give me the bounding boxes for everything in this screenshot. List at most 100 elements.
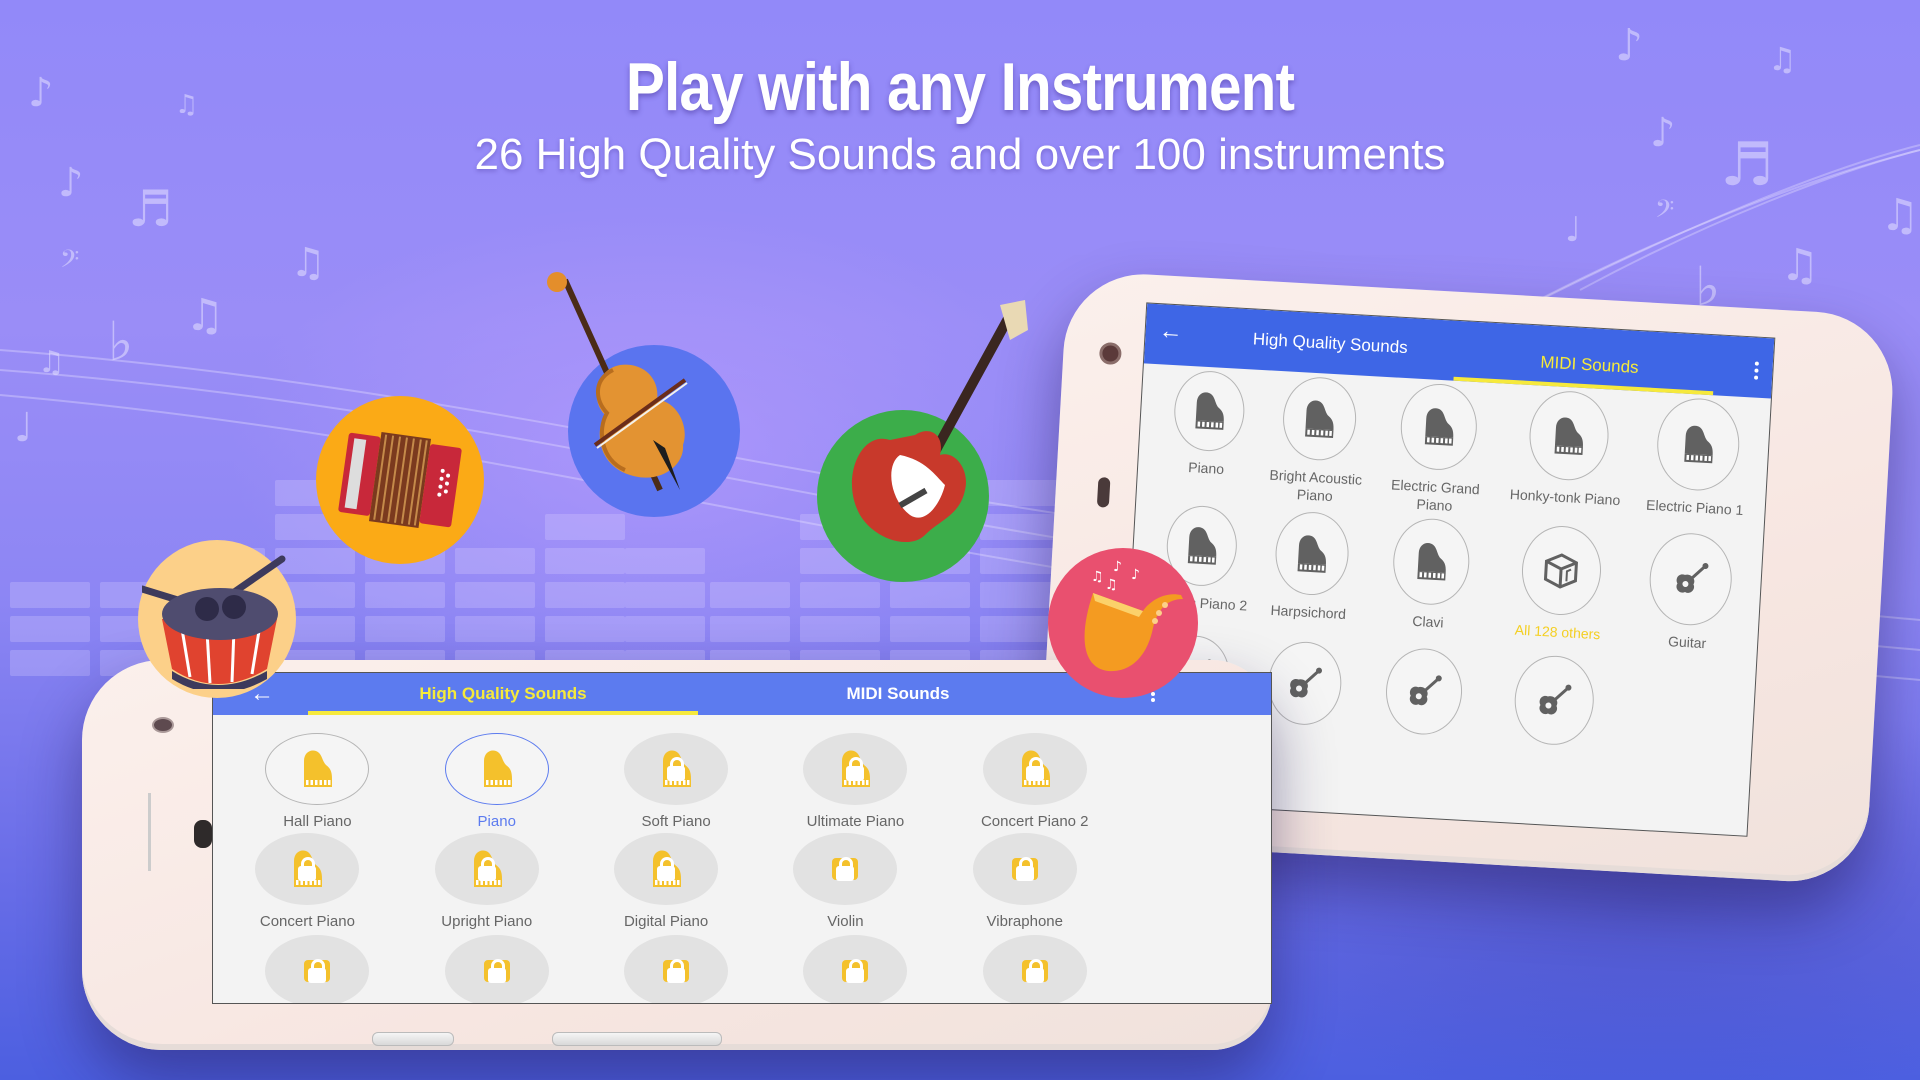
instrument-icon-circle[interactable]	[982, 733, 1087, 805]
lock-icon	[667, 757, 686, 781]
drum-icon	[142, 555, 286, 689]
instrument-icon-circle[interactable]	[444, 733, 549, 805]
svg-text:♪: ♪	[1113, 559, 1122, 575]
lock-icon	[1015, 857, 1034, 881]
instrument-item[interactable]: Ultimate Piano	[775, 733, 935, 831]
instrument-item[interactable]	[237, 935, 397, 1003]
instrument-item[interactable]	[1362, 645, 1487, 738]
tab-high-quality-sounds[interactable]: High Quality Sounds	[1204, 307, 1457, 381]
instrument-icon-circle[interactable]	[624, 935, 729, 1003]
instrument-icon-circle[interactable]	[982, 935, 1087, 1003]
more-vertical-icon[interactable]	[1753, 361, 1759, 380]
instrument-icon-circle[interactable]	[255, 833, 360, 905]
instrument-label: Electric Piano 1	[1645, 496, 1744, 519]
instrument-label: Upright Piano	[441, 913, 533, 930]
instrument-label: Concert Piano 2	[980, 813, 1089, 830]
instrument-icon-circle[interactable]	[1519, 523, 1603, 618]
instrument-icon-circle[interactable]	[434, 833, 539, 905]
instrument-item[interactable]: Electric Piano 1	[1634, 395, 1760, 520]
instrument-item[interactable]: Concert Piano 2	[955, 733, 1115, 831]
sensor	[194, 820, 212, 848]
instrument-icon-circle[interactable]	[1272, 510, 1351, 598]
instrument-label: Soft Piano	[641, 813, 711, 830]
instrument-item[interactable]: All 128 others	[1497, 523, 1623, 645]
instrument-item[interactable]: Upright Piano	[407, 833, 567, 931]
grand-piano-icon	[1195, 392, 1224, 430]
instrument-icon-circle[interactable]	[265, 935, 370, 1003]
svg-text:♫: ♫	[1091, 569, 1104, 585]
instrument-icon-circle[interactable]	[803, 733, 908, 805]
music-box-icon	[1543, 552, 1579, 589]
instrument-icon-circle[interactable]	[1511, 653, 1596, 747]
instrument-icon-circle[interactable]	[793, 833, 898, 905]
lock-icon	[1025, 959, 1044, 983]
instrument-item[interactable]: Digital Piano	[586, 833, 746, 931]
instrument-icon-circle[interactable]	[265, 733, 370, 805]
music-note-icon: ♪	[28, 70, 54, 116]
instrument-item[interactable]: Bright Acoustic Piano	[1254, 374, 1381, 508]
instrument-item[interactable]	[775, 935, 935, 1003]
lock-icon	[487, 959, 506, 983]
music-note-icon: ♫	[1780, 240, 1820, 291]
bass-clef-icon: 𝄢	[60, 245, 80, 280]
front-camera	[152, 717, 174, 733]
tab-midi-sounds[interactable]: MIDI Sounds	[698, 673, 1098, 715]
instrument-label: Bright Acoustic Piano	[1269, 466, 1363, 505]
instrument-item[interactable]	[417, 935, 577, 1003]
instrument-icon-circle[interactable]	[1172, 369, 1247, 454]
instrument-item[interactable]: Soft Piano	[596, 733, 756, 831]
lock-icon	[846, 959, 865, 983]
lock-icon	[308, 959, 327, 983]
svg-text:♫: ♫	[1105, 577, 1118, 593]
instrument-icon-circle[interactable]	[1280, 375, 1358, 463]
instrument-item[interactable]: Clavi	[1368, 515, 1494, 634]
instrument-label: Piano	[1187, 459, 1225, 478]
grand-piano-icon	[1297, 534, 1327, 573]
instrument-item[interactable]: Violin	[765, 833, 925, 931]
music-note-icon: ♩	[14, 405, 33, 451]
instrument-label: Piano	[477, 813, 516, 830]
page-subtitle: 26 High Quality Sounds and over 100 inst…	[474, 130, 1446, 179]
arrow-left-icon[interactable]: ←	[1153, 314, 1189, 350]
instrument-icon-circle[interactable]	[444, 935, 549, 1003]
instrument-icon-circle[interactable]	[972, 833, 1077, 905]
instrument-icon-circle[interactable]	[1265, 639, 1344, 727]
instrument-icon-circle[interactable]	[614, 833, 719, 905]
instrument-icon-circle[interactable]	[803, 935, 908, 1003]
instrument-item[interactable]: Guitar	[1627, 530, 1753, 655]
lock-icon	[667, 959, 686, 983]
tab-high-quality-sounds[interactable]: High Quality Sounds	[308, 673, 698, 715]
cello-icon	[547, 272, 688, 492]
instrument-label: Violin	[827, 913, 864, 930]
screen: ← High Quality Sounds MIDI Sounds Hall P…	[212, 672, 1272, 1004]
instrument-item[interactable]	[596, 935, 756, 1003]
instrument-icon-circle[interactable]	[624, 733, 729, 805]
grand-piano-icon	[304, 750, 333, 787]
instrument-icon-circle[interactable]	[1383, 646, 1465, 737]
music-note-icon: ♬	[128, 180, 173, 238]
grand-piano-icon	[1424, 408, 1454, 446]
lock-icon	[846, 757, 865, 781]
volume-button	[372, 1032, 454, 1046]
instrument-item[interactable]: Harpsichord	[1248, 509, 1374, 625]
instrument-item[interactable]	[1491, 653, 1616, 749]
instrument-item[interactable]: Electric Grand Piano	[1374, 381, 1501, 517]
instrument-item[interactable]	[955, 935, 1115, 1003]
instrument-item[interactable]: Vibraphone	[945, 833, 1105, 931]
acoustic-guitar-icon	[1409, 675, 1442, 706]
lock-icon	[477, 857, 496, 881]
music-note-icon: ♫	[185, 290, 225, 341]
instrument-item[interactable]: Honky-tonk Piano	[1505, 388, 1631, 510]
instrument-icon-circle[interactable]	[1398, 381, 1480, 472]
power-button	[552, 1032, 722, 1046]
instrument-item[interactable]: Piano	[417, 733, 577, 831]
sensor	[1096, 477, 1111, 508]
speaker-grille	[148, 793, 151, 871]
instrument-icon-circle[interactable]	[1654, 396, 1742, 493]
instrument-icon-circle[interactable]	[1390, 516, 1472, 607]
instrument-item[interactable]: Piano	[1146, 368, 1272, 481]
instrument-item[interactable]: Hall Piano	[237, 733, 397, 831]
instrument-icon-circle[interactable]	[1647, 531, 1735, 628]
instrument-item[interactable]: Concert Piano	[227, 833, 387, 931]
instrument-icon-circle[interactable]	[1526, 389, 1611, 483]
